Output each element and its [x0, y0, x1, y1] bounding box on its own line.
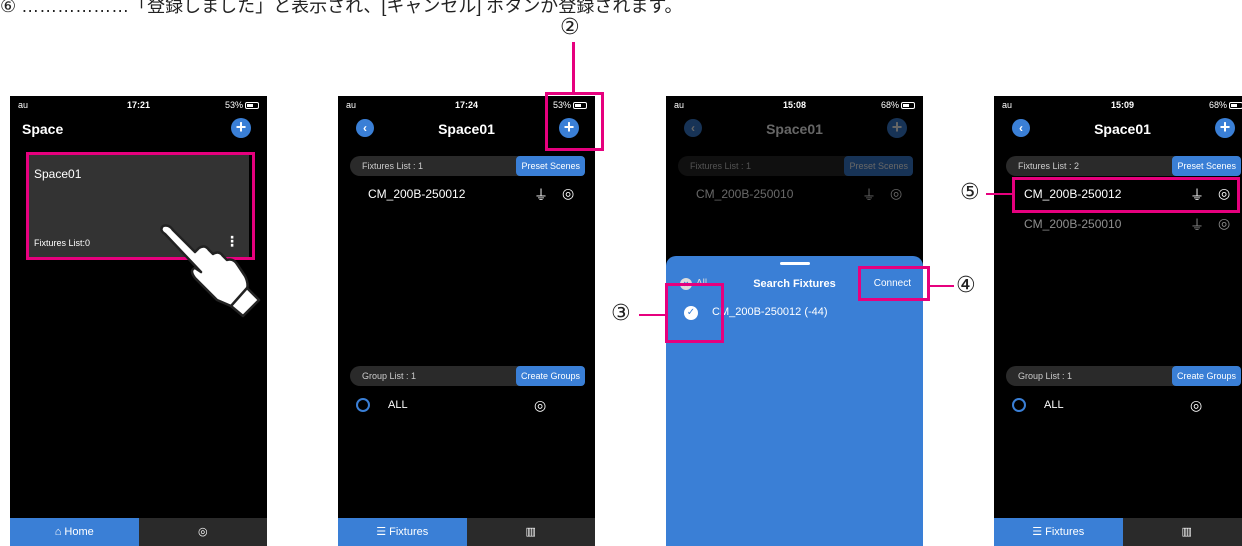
add-fixture-button[interactable]: +: [887, 118, 907, 138]
status-bar: au 17:21 53%: [10, 96, 267, 114]
tab-bar: ☰ Fixtures ▥: [994, 518, 1242, 546]
battery-indicator: 68%: [881, 100, 915, 110]
phone-screen-fixtures: au 17:24 53% ‹ Space01 + Fixtures List :…: [338, 96, 595, 546]
page-title: Space01: [766, 121, 823, 137]
tab-scenes-icon[interactable]: ▥: [467, 518, 596, 546]
fixtures-list-label: Fixtures List : 2: [1018, 161, 1080, 171]
battery-icon: [901, 102, 915, 109]
locate-icon[interactable]: ◎: [1218, 215, 1230, 232]
sheet-handle[interactable]: [779, 262, 810, 265]
tab-bar: ⌂ Home ◎: [10, 518, 267, 546]
callout-3: ③: [611, 301, 631, 326]
list-item[interactable]: CM_200B-250012 ⏚ ◎ ⋮: [368, 184, 595, 205]
preset-scenes-button[interactable]: Preset Scenes: [516, 156, 585, 176]
group-item[interactable]: ALL ◎: [354, 396, 583, 416]
status-bar: au 15:08 68%: [666, 96, 923, 114]
callout-4: ④: [956, 273, 976, 298]
add-space-button[interactable]: +: [231, 118, 251, 138]
add-fixture-button[interactable]: +: [1215, 118, 1235, 138]
locate-icon[interactable]: ◎: [1190, 397, 1202, 414]
callout-line: [639, 314, 666, 316]
list-item[interactable]: CM_200B-250010 ⏚ ◎ ⋮: [1024, 214, 1239, 234]
locate-icon[interactable]: ◎: [534, 397, 546, 414]
highlight-box-add: [545, 92, 604, 151]
search-result-name: CM_200B-250012 (-44): [712, 306, 828, 318]
preset-scenes-button[interactable]: Preset Scenes: [1172, 156, 1241, 176]
highlight-box-connect: [858, 266, 930, 301]
page-title: Space01: [1094, 121, 1151, 137]
fixture-name: CM_200B-250010: [1024, 217, 1122, 231]
battery-indicator: 53%: [225, 100, 259, 110]
more-icon[interactable]: ⋮: [920, 185, 923, 202]
radio-icon[interactable]: [356, 398, 370, 412]
clock: 15:09: [1110, 100, 1135, 110]
fixture-name: CM_200B-250012: [368, 187, 466, 201]
group-list-label: Group List : 1: [362, 371, 417, 381]
callout-2: ②: [560, 15, 580, 40]
group-list-label: Group List : 1: [1018, 371, 1073, 381]
tab-fixture-icon[interactable]: ◎: [139, 518, 268, 546]
group-list-bar: Group List : 1 Create Groups: [350, 366, 585, 386]
fixtures-list-bar: Fixtures List : 1 Preset Scenes: [678, 156, 913, 176]
locate-icon[interactable]: ◎: [890, 185, 902, 202]
group-list-bar: Group List : 1 Create Groups: [1006, 366, 1241, 386]
phone-screen-fixtures-updated: au 15:09 68% ‹ Space01 + Fixtures List :…: [994, 96, 1242, 546]
fixtures-list-label: Fixtures List : 1: [690, 161, 752, 171]
plug-icon[interactable]: ⏚: [534, 185, 548, 205]
callout-line: [930, 285, 954, 287]
list-item[interactable]: CM_200B-250010 ⏚ ◎ ⋮: [696, 184, 923, 205]
create-groups-button[interactable]: Create Groups: [515, 366, 585, 386]
callout-5: ⑤: [960, 180, 980, 205]
tab-bar: ☰ Fixtures ▥: [338, 518, 595, 546]
fixture-name: CM_200B-250010: [696, 187, 794, 201]
callout-line: [572, 42, 575, 92]
tab-fixtures[interactable]: ☰ Fixtures: [994, 518, 1123, 546]
tab-home[interactable]: ⌂ Home: [10, 518, 139, 546]
instruction-text: ⑥ ………………「登録しました」と表示され、[キャンセル] ボタンが登録されます…: [0, 0, 683, 16]
fixtures-list-bar: Fixtures List : 1 Preset Scenes: [350, 156, 585, 176]
preset-scenes-button[interactable]: Preset Scenes: [844, 156, 913, 176]
group-item[interactable]: ALL ◎: [1010, 396, 1239, 416]
locate-icon[interactable]: ◎: [562, 185, 574, 202]
radio-icon[interactable]: [1012, 398, 1026, 412]
tab-fixtures[interactable]: ☰ Fixtures: [338, 518, 467, 546]
highlight-box-check: [665, 283, 724, 343]
more-icon[interactable]: ⋮: [592, 185, 595, 202]
create-groups-button[interactable]: Create Groups: [1171, 366, 1241, 386]
status-bar: au 15:09 68%: [994, 96, 1242, 114]
callout-line: [986, 193, 1012, 195]
battery-icon: [1229, 102, 1242, 109]
highlight-box-fixture: [1012, 177, 1240, 213]
fixtures-list-bar: Fixtures List : 2 Preset Scenes: [1006, 156, 1241, 176]
tap-hand-icon: [160, 224, 261, 318]
battery-icon: [245, 102, 259, 109]
group-name: ALL: [388, 399, 408, 411]
plug-icon[interactable]: ⏚: [1190, 215, 1204, 235]
group-name: ALL: [1044, 399, 1064, 411]
tab-scenes-icon[interactable]: ▥: [1123, 518, 1242, 546]
plug-icon[interactable]: ⏚: [862, 185, 876, 205]
fixtures-list-label: Fixtures List : 1: [362, 161, 424, 171]
battery-indicator: 68%: [1209, 100, 1242, 110]
